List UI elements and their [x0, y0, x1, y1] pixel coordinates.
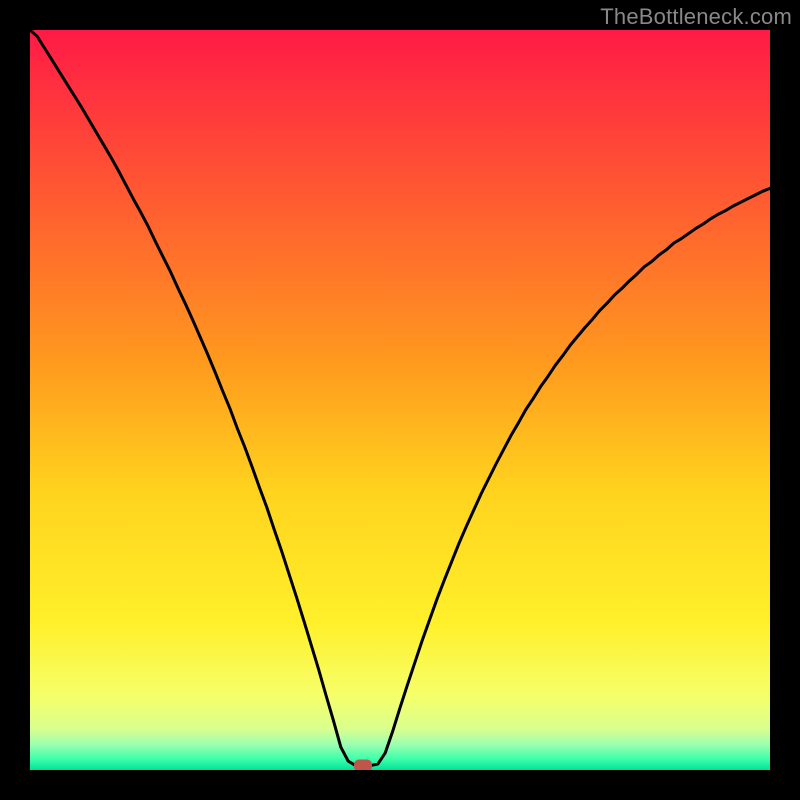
- chart-container: TheBottleneck.com: [0, 0, 800, 800]
- bottleneck-chart: [30, 30, 770, 770]
- gradient-background: [30, 30, 770, 770]
- watermark-text: TheBottleneck.com: [600, 4, 792, 30]
- optimum-marker: [354, 760, 372, 770]
